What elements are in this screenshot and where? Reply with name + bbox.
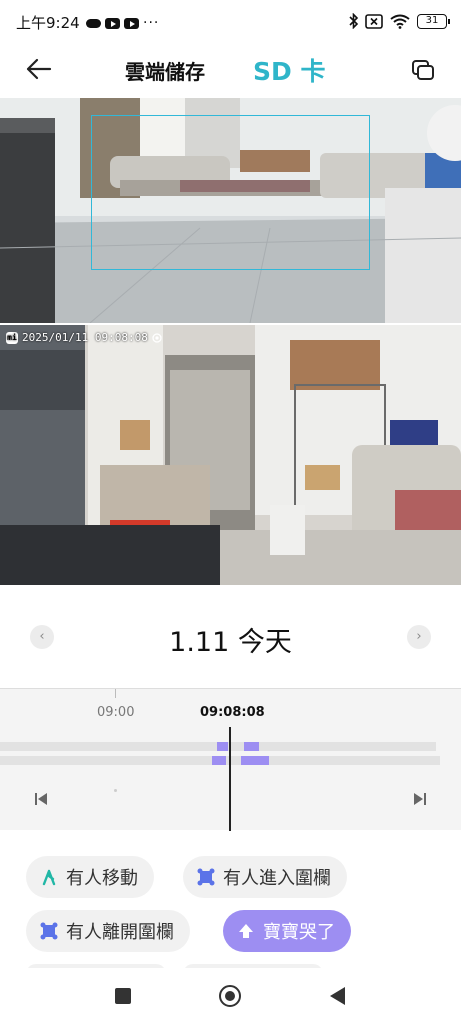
fence-exit-icon xyxy=(40,922,58,940)
filter-chip-fence-enter[interactable]: 有人進入圍欄 xyxy=(183,856,347,898)
camera-scene-zoom xyxy=(0,325,461,585)
recents-icon[interactable] xyxy=(115,988,131,1004)
home-icon[interactable] xyxy=(219,985,241,1007)
cloud-icon xyxy=(86,18,101,28)
timeline-event[interactable] xyxy=(212,756,226,765)
system-nav-bar xyxy=(0,968,461,1024)
video-timestamp: mi 2025/01/11 09:08:08 xyxy=(6,331,162,344)
camera-view-wide[interactable] xyxy=(0,98,461,323)
more-notifications: ··· xyxy=(143,15,160,31)
date-label: 1.11 今天 xyxy=(169,627,292,658)
timeline-marker xyxy=(114,789,117,792)
video-timestamp-text: 2025/01/11 09:08:08 xyxy=(22,331,148,344)
tab-sd-card[interactable]: SD 卡 xyxy=(253,52,325,88)
detection-area-box xyxy=(91,115,370,270)
timeline-playhead[interactable] xyxy=(229,727,231,831)
filter-chip-label: 有人離開圍欄 xyxy=(66,922,174,943)
sim-off-icon xyxy=(365,13,383,29)
battery-icon: 31 xyxy=(417,13,450,29)
multi-window-icon[interactable] xyxy=(411,58,435,82)
filter-chip-label: 寶寶哭了 xyxy=(263,922,335,943)
arrow-left-icon[interactable] xyxy=(24,56,54,82)
youtube-icon xyxy=(105,17,120,29)
filter-chip-fence-exit[interactable]: 有人離開圍欄 xyxy=(26,910,190,952)
back-triangle-icon[interactable] xyxy=(330,987,345,1005)
youtube-icon xyxy=(124,17,139,29)
filter-chip-label: 有人移動 xyxy=(66,868,138,889)
skip-next-icon[interactable] xyxy=(413,792,427,806)
chevron-right-icon[interactable]: › xyxy=(407,625,431,649)
date-selector: ‹ 1.11 今天 › xyxy=(0,600,461,672)
wifi-icon xyxy=(390,14,410,29)
record-icon xyxy=(152,332,162,343)
playback-timeline[interactable]: 09:00 09:08:08 xyxy=(0,688,461,831)
fence-enter-icon xyxy=(197,868,215,886)
status-time: 上午9:24 xyxy=(16,14,80,32)
filter-chip-baby-cry[interactable]: 寶寶哭了 xyxy=(223,910,351,952)
timeline-event[interactable] xyxy=(241,756,269,765)
tab-cloud-storage[interactable]: 雲端儲存 xyxy=(125,56,205,85)
brand-logo-icon: mi xyxy=(6,331,18,344)
skip-previous-icon[interactable] xyxy=(34,792,48,806)
timeline-event[interactable] xyxy=(217,742,228,751)
bluetooth-icon xyxy=(349,13,359,29)
filter-chip-label: 有人進入圍欄 xyxy=(223,868,331,889)
person-walk-icon xyxy=(42,869,56,886)
top-app-bar: 雲端儲存 SD 卡 xyxy=(0,44,461,96)
timeline-tick xyxy=(115,689,116,698)
timeline-tick-label: 09:00 xyxy=(97,705,135,720)
camera-view-zoom[interactable]: mi 2025/01/11 09:08:08 xyxy=(0,325,461,585)
filter-chip-person-motion[interactable]: 有人移動 xyxy=(26,856,154,898)
status-bar: 上午9:24 ··· 31 xyxy=(0,0,461,44)
baby-cry-icon xyxy=(239,924,253,938)
timeline-current-time: 09:08:08 xyxy=(200,705,265,720)
timeline-event[interactable] xyxy=(244,742,259,751)
